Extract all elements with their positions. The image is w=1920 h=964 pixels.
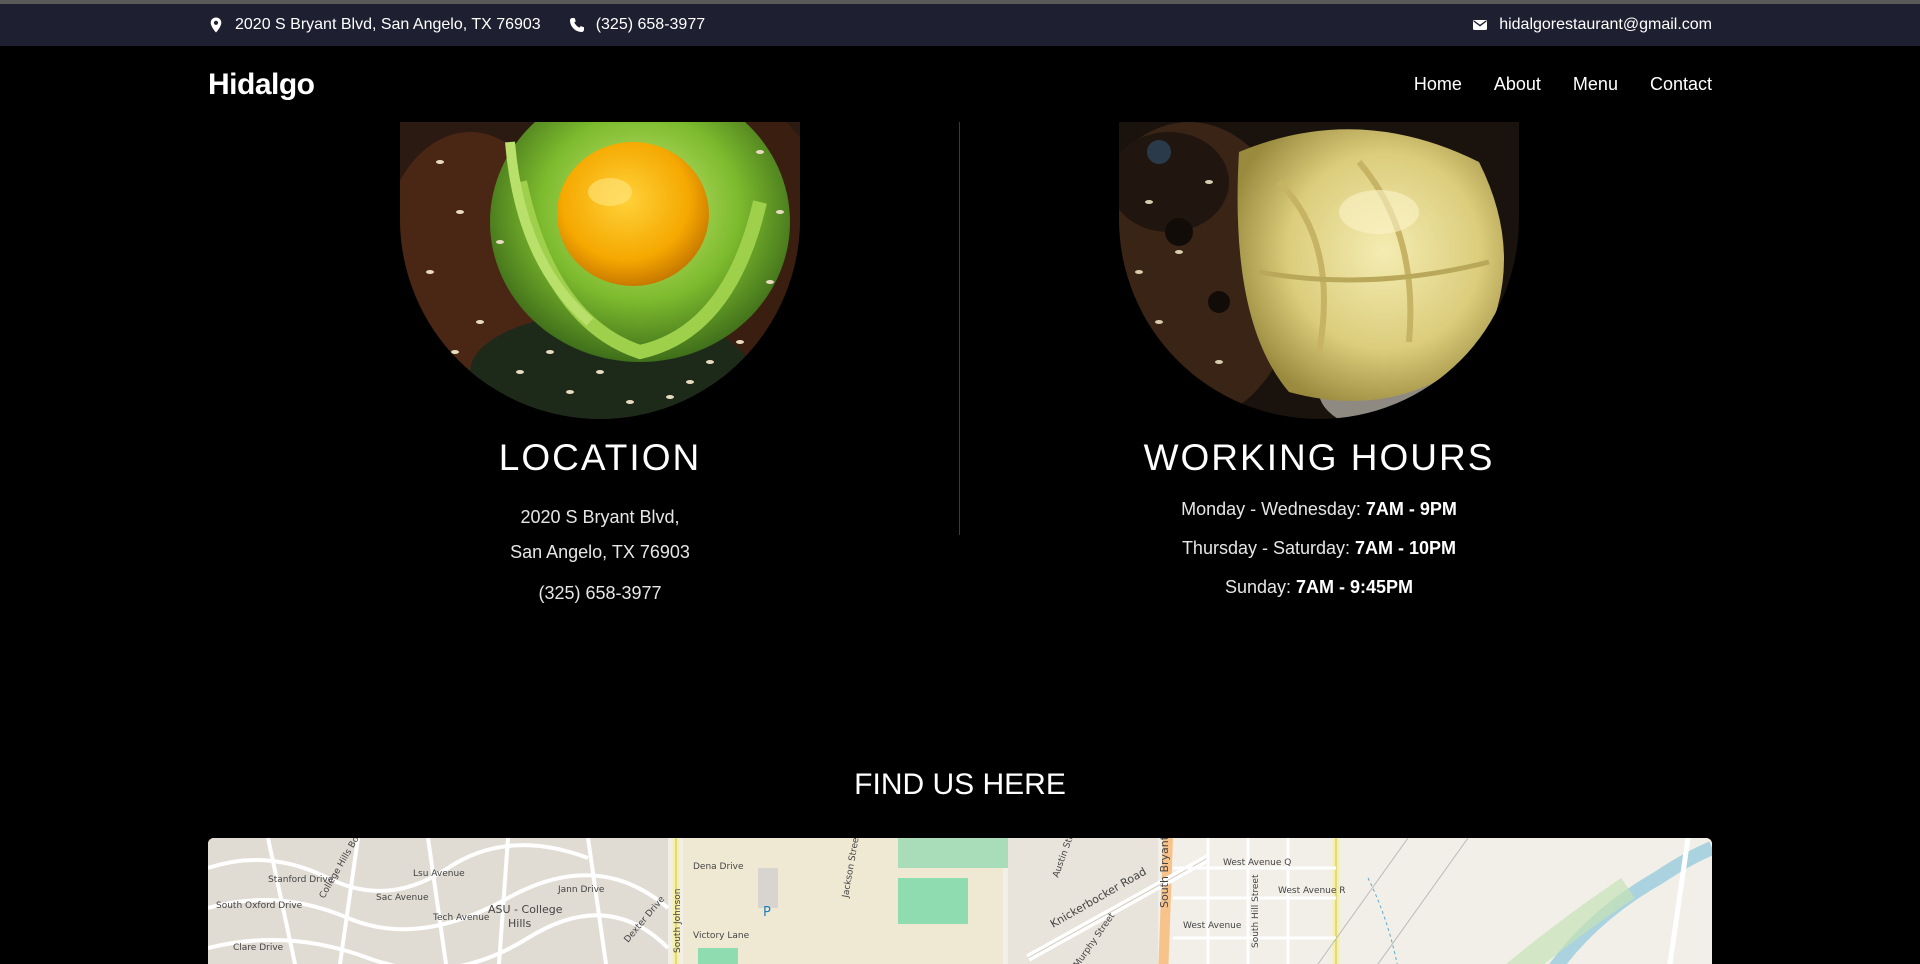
hours-time: 7AM - 9PM <box>1365 499 1457 519</box>
hours-days: Thursday - Saturday: <box>1181 538 1351 558</box>
hours-time: 7AM - 10PM <box>1355 538 1457 558</box>
map-parking-marker: P <box>763 905 771 920</box>
nav-links: Home About Menu Contact <box>1414 74 1712 95</box>
hours-row: Sunday: 7AM - 9:45PM <box>1119 577 1519 598</box>
map-pin-icon <box>210 17 222 33</box>
phone-icon <box>569 18 584 32</box>
map-label: Clare Drive <box>233 943 284 953</box>
location-title: LOCATION <box>498 437 702 478</box>
location-dish-image <box>400 122 800 419</box>
map-label: Sac Avenue <box>376 893 429 903</box>
hours-row: Monday - Wednesday: 7AM - 9PM <box>1119 499 1519 520</box>
map-label: Victory Lane <box>693 931 750 941</box>
topbar-email-text: hidalgorestaurant@gmail.com <box>1499 16 1712 33</box>
map-label: West Avenue R <box>1278 886 1346 896</box>
hours-row: Thursday - Saturday: 7AM - 10PM <box>1119 538 1519 559</box>
nav-link-contact[interactable]: Contact <box>1650 74 1712 95</box>
top-contact-bar: 2020 S Bryant Blvd, San Angelo, TX 76903… <box>0 4 1920 46</box>
nav-link-home[interactable]: Home <box>1414 74 1462 95</box>
location-map[interactable]: Stanford Drive South Oxford Drive Clare … <box>208 838 1712 964</box>
topbar-address[interactable]: 2020 S Bryant Blvd, San Angelo, TX 76903 <box>208 16 541 34</box>
site-logo[interactable]: Hidalgo <box>208 68 315 102</box>
map-label: Jann Drive <box>557 885 605 895</box>
find-us-title: FIND US HERE <box>854 768 1066 801</box>
hours-days: Monday - Wednesday: <box>1181 499 1361 519</box>
location-section: LOCATION 2020 S Bryant Blvd, San Angelo,… <box>400 122 800 604</box>
map-label: South Johnson <box>673 889 683 954</box>
location-phone[interactable]: (325) 658-3977 <box>400 583 800 604</box>
map-label: ASU - College <box>488 903 563 916</box>
map-label: West Avenue <box>1183 921 1242 931</box>
map-label: South Oxford Drive <box>216 901 303 911</box>
hours-days: Sunday: <box>1224 577 1291 597</box>
map-label: Lsu Avenue <box>413 869 465 879</box>
topbar-phone-text: (325) 658-3977 <box>595 16 706 33</box>
hours-dish-image <box>1119 122 1519 419</box>
hours-title: WORKING HOURS <box>1143 437 1495 478</box>
map-label: Hills <box>508 917 531 930</box>
map-label: South Bryant <box>1158 838 1171 908</box>
column-divider <box>959 122 960 535</box>
hours-list: Monday - Wednesday: 7AM - 9PM Thursday -… <box>1119 499 1519 598</box>
map-label: Tech Avenue <box>432 913 490 923</box>
envelope-icon <box>1473 20 1488 30</box>
main-navbar: Hidalgo Home About Menu Contact <box>0 46 1920 122</box>
location-address-line1: 2020 S Bryant Blvd, <box>520 507 680 527</box>
hours-section: WORKING HOURS Monday - Wednesday: 7AM - … <box>1119 122 1519 616</box>
map-label: Dena Drive <box>693 862 744 872</box>
map-label: West Avenue Q <box>1223 858 1291 868</box>
topbar-phone[interactable]: (325) 658-3977 <box>569 16 705 34</box>
topbar-address-text: 2020 S Bryant Blvd, San Angelo, TX 76903 <box>235 16 541 33</box>
hours-time: 7AM - 9:45PM <box>1296 577 1414 597</box>
map-label: South Hill Street <box>1251 874 1261 948</box>
location-address-line2: San Angelo, TX 76903 <box>510 542 690 562</box>
topbar-email[interactable]: hidalgorestaurant@gmail.com <box>1472 16 1712 34</box>
nav-link-about[interactable]: About <box>1494 74 1541 95</box>
nav-link-menu[interactable]: Menu <box>1573 74 1618 95</box>
